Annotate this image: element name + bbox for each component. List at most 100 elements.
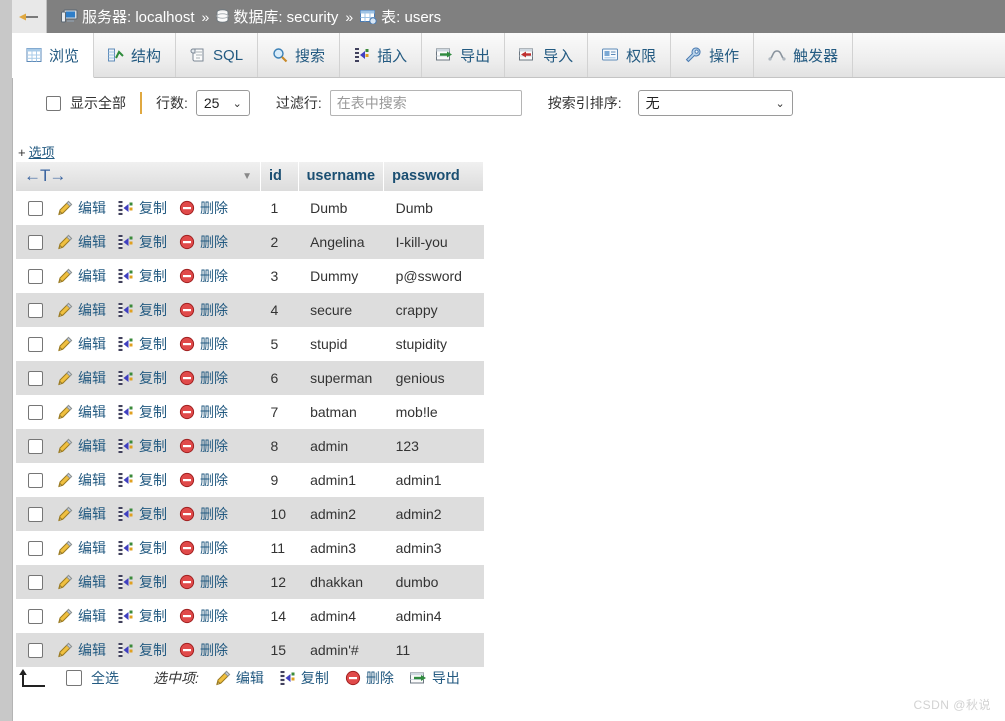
footer-edit-button[interactable]: 编辑 [215, 668, 264, 688]
select-all-checkbox[interactable] [66, 670, 82, 686]
table-row[interactable]: 编辑 复制 删除 15 admin'# 11 [16, 633, 484, 667]
table-row[interactable]: 编辑 复制 删除 1 Dumb Dumb [16, 191, 484, 225]
table-row[interactable]: 编辑 复制 删除 6 superman genious [16, 361, 484, 395]
row-select-checkbox[interactable] [28, 506, 43, 522]
row-select-checkbox[interactable] [28, 336, 43, 352]
row-copy-button[interactable]: 复制 [118, 300, 167, 320]
row-edit-button[interactable]: 编辑 [57, 334, 106, 354]
row-select-checkbox[interactable] [28, 268, 43, 284]
row-delete-button[interactable]: 删除 [179, 436, 228, 456]
table-row[interactable]: 编辑 复制 删除 11 admin3 admin3 [16, 531, 484, 565]
breadcrumb-database[interactable]: 数据库: security [233, 6, 338, 27]
footer-copy-button[interactable]: 复制 [280, 668, 329, 688]
tab-search[interactable]: 搜索 [258, 33, 341, 77]
actions-column-header[interactable]: ←T→ ▼ [16, 162, 261, 191]
row-edit-button[interactable]: 编辑 [57, 266, 106, 286]
breadcrumb-table[interactable]: 表: users [381, 6, 441, 27]
table-row[interactable]: 编辑 复制 删除 8 admin 123 [16, 429, 484, 463]
row-edit-button[interactable]: 编辑 [57, 572, 106, 592]
tab-operations[interactable]: 操作 [671, 33, 755, 77]
table-row[interactable]: 编辑 复制 删除 4 secure crappy [16, 293, 484, 327]
row-copy-button[interactable]: 复制 [118, 368, 167, 388]
sort-by-index-select[interactable]: 无 ⌄ [637, 90, 793, 116]
row-copy-button[interactable]: 复制 [118, 334, 167, 354]
row-select-checkbox[interactable] [28, 302, 43, 318]
row-select-checkbox[interactable] [28, 540, 43, 556]
row-delete-button[interactable]: 删除 [179, 334, 228, 354]
row-edit-button[interactable]: 编辑 [57, 198, 106, 218]
row-edit-button[interactable]: 编辑 [57, 232, 106, 252]
row-delete-button[interactable]: 删除 [179, 368, 228, 388]
row-copy-button[interactable]: 复制 [118, 538, 167, 558]
row-select-checkbox[interactable] [28, 404, 43, 420]
column-header-username[interactable]: username [298, 162, 385, 191]
row-delete-button[interactable]: 删除 [179, 300, 228, 320]
row-edit-button[interactable]: 编辑 [57, 538, 106, 558]
row-delete-button[interactable]: 删除 [179, 640, 228, 660]
back-button[interactable] [12, 0, 47, 33]
row-select-checkbox[interactable] [28, 234, 43, 250]
tab-sql[interactable]: SQL [176, 33, 259, 77]
tab-browse[interactable]: 浏览 [12, 33, 95, 78]
row-select-checkbox[interactable] [28, 608, 43, 624]
row-copy-button[interactable]: 复制 [118, 232, 167, 252]
tab-privileges[interactable]: 权限 [588, 33, 672, 77]
row-copy-button[interactable]: 复制 [118, 572, 167, 592]
row-delete-button[interactable]: 删除 [179, 232, 228, 252]
row-copy-button[interactable]: 复制 [118, 402, 167, 422]
filter-rows-input[interactable] [329, 90, 522, 116]
select-all-label[interactable]: 全选 [91, 668, 119, 688]
row-copy-button[interactable]: 复制 [118, 504, 167, 524]
row-copy-button[interactable]: 复制 [118, 198, 167, 218]
table-row[interactable]: 编辑 复制 删除 3 Dummy p@ssword [16, 259, 484, 293]
row-select-checkbox[interactable] [28, 574, 43, 590]
row-edit-button[interactable]: 编辑 [57, 300, 106, 320]
row-edit-button[interactable]: 编辑 [57, 640, 106, 660]
tab-triggers[interactable]: 触发器 [754, 33, 854, 77]
row-select-checkbox[interactable] [28, 642, 43, 658]
row-copy-button[interactable]: 复制 [118, 606, 167, 626]
row-edit-button[interactable]: 编辑 [57, 402, 106, 422]
row-delete-button[interactable]: 删除 [179, 572, 228, 592]
row-edit-button[interactable]: 编辑 [57, 470, 106, 490]
row-copy-button[interactable]: 复制 [118, 266, 167, 286]
row-delete-button[interactable]: 删除 [179, 198, 228, 218]
row-select-checkbox[interactable] [28, 370, 43, 386]
rows-per-page-select[interactable]: 25 ⌄ [195, 90, 250, 116]
footer-export-button[interactable]: 导出 [409, 668, 460, 688]
row-select-checkbox[interactable] [28, 438, 43, 454]
table-row[interactable]: 编辑 复制 删除 10 admin2 admin2 [16, 497, 484, 531]
row-copy-button[interactable]: 复制 [118, 436, 167, 456]
row-delete-button[interactable]: 删除 [179, 470, 228, 490]
row-delete-button[interactable]: 删除 [179, 266, 228, 286]
row-select-checkbox[interactable] [28, 200, 43, 216]
tab-structure[interactable]: 结构 [94, 33, 177, 77]
row-delete-button[interactable]: 删除 [179, 606, 228, 626]
show-all-checkbox[interactable] [46, 95, 61, 111]
table-row[interactable]: 编辑 复制 删除 14 admin4 admin4 [16, 599, 484, 633]
toggle-options-link[interactable]: + 选项 [18, 142, 55, 161]
column-header-id[interactable]: id [260, 162, 299, 191]
table-row[interactable]: 编辑 复制 删除 5 stupid stupidity [16, 327, 484, 361]
row-copy-button[interactable]: 复制 [118, 470, 167, 490]
tab-import[interactable]: 导入 [505, 33, 589, 77]
table-row[interactable]: 编辑 复制 删除 9 admin1 admin1 [16, 463, 484, 497]
column-header-password[interactable]: password [383, 162, 485, 191]
row-edit-button[interactable]: 编辑 [57, 504, 106, 524]
row-select-checkbox[interactable] [28, 472, 43, 488]
row-delete-button[interactable]: 删除 [179, 402, 228, 422]
row-copy-button[interactable]: 复制 [118, 640, 167, 660]
footer-delete-button[interactable]: 删除 [345, 668, 394, 688]
breadcrumb-server[interactable]: 服务器: localhost [82, 6, 195, 27]
tab-export[interactable]: 导出 [422, 33, 506, 77]
table-row[interactable]: 编辑 复制 删除 7 batman mob!le [16, 395, 484, 429]
tab-insert[interactable]: 插入 [340, 33, 423, 77]
row-edit-button[interactable]: 编辑 [57, 368, 106, 388]
row-edit-button[interactable]: 编辑 [57, 606, 106, 626]
row-delete-button[interactable]: 删除 [179, 538, 228, 558]
table-row[interactable]: 编辑 复制 删除 2 Angelina I-kill-you [16, 225, 484, 259]
row-edit-button[interactable]: 编辑 [57, 436, 106, 456]
table-row[interactable]: 编辑 复制 删除 12 dhakkan dumbo [16, 565, 484, 599]
row-delete-button[interactable]: 删除 [179, 504, 228, 524]
chevron-down-icon[interactable]: ▼ [242, 171, 252, 182]
